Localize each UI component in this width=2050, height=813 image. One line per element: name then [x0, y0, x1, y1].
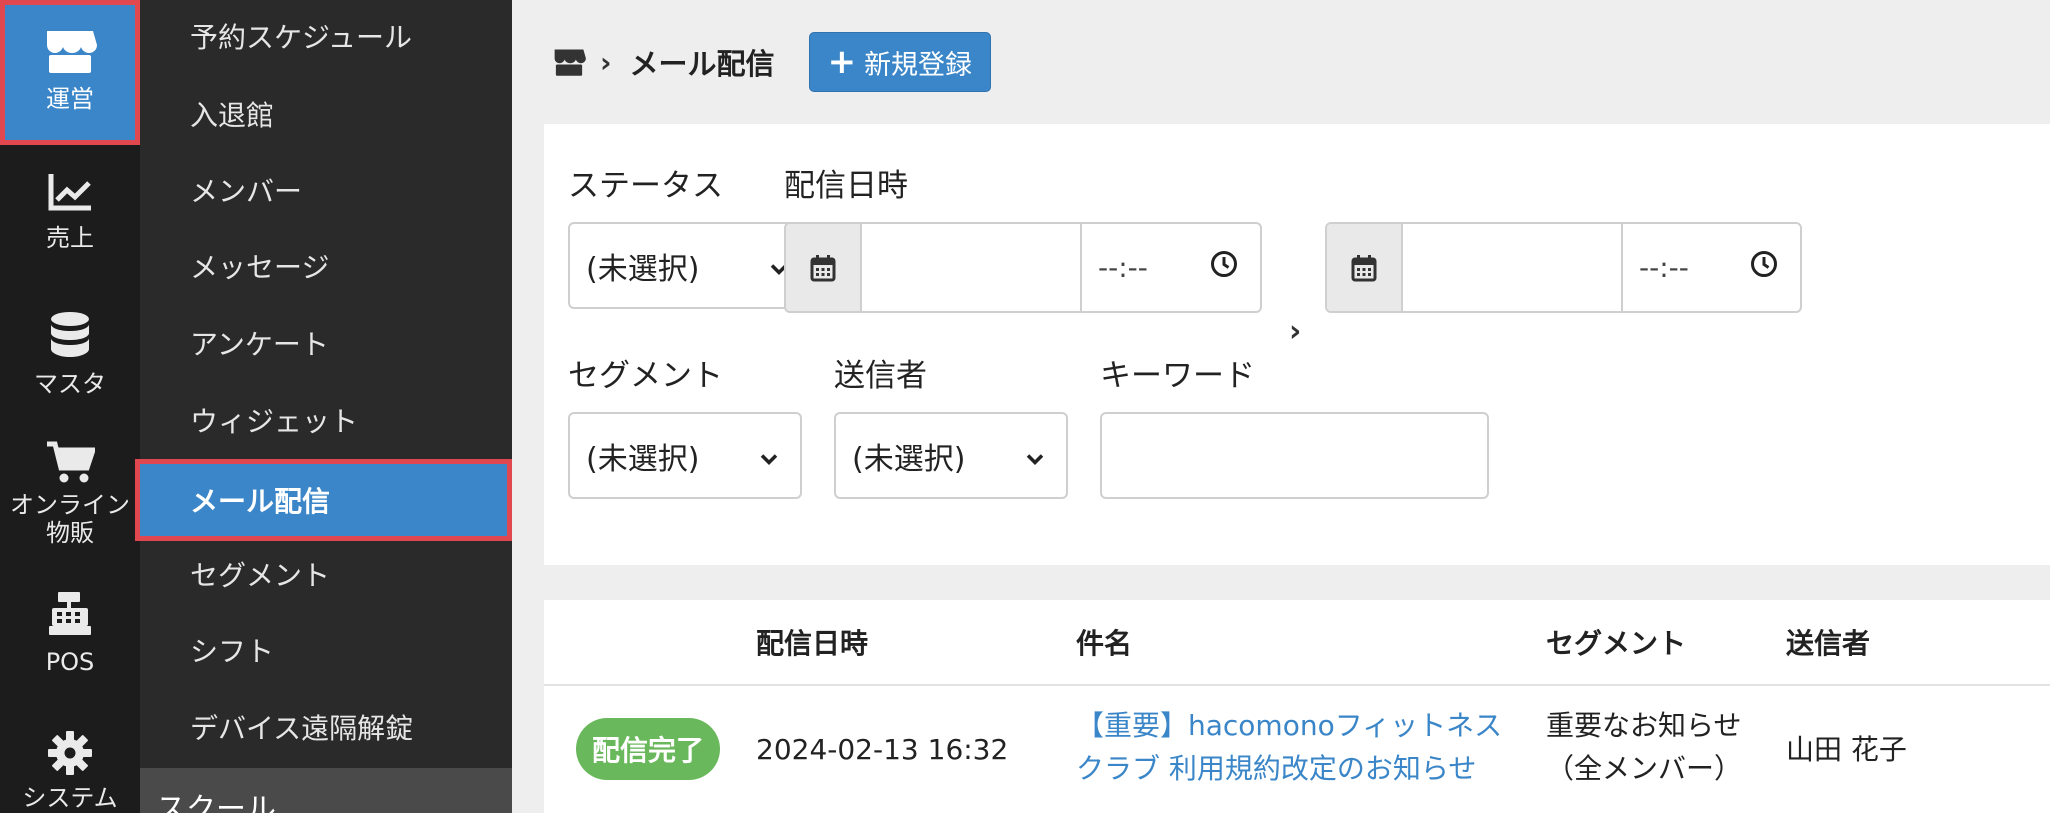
- column-header-subject[interactable]: 件名: [1076, 622, 1132, 662]
- rail-item-system[interactable]: システム: [0, 730, 140, 813]
- status-badge: 配信完了: [576, 718, 721, 780]
- date-to-input[interactable]: [1403, 224, 1623, 311]
- mail-delivery-table: 配信日時 件名 セグメント 送信者 配信完了 2024-02-13 16:32 …: [544, 600, 2050, 813]
- rail-item-pos[interactable]: POS: [0, 590, 140, 677]
- segment-filter-label: セグメント: [568, 358, 723, 394]
- row-subject-line: クラブ 利用規約改定のお知らせ: [1076, 752, 1477, 786]
- operations-subnav: 予約スケジュール 入退館 メンバー メッセージ アンケート ウィジェット メール…: [135, 0, 512, 813]
- subnav-item-members[interactable]: メンバー: [140, 151, 512, 228]
- row-segment: 重要なお知らせ （全メンバー）: [1546, 704, 1742, 791]
- cash-register-icon: [48, 590, 92, 636]
- time-to-input[interactable]: --:--: [1623, 224, 1800, 311]
- sender-filter-label: 送信者: [834, 358, 927, 394]
- status-select[interactable]: (未選択): [568, 222, 812, 309]
- subnav-item-mail-delivery[interactable]: メール配信: [135, 459, 512, 541]
- subnav-item-survey[interactable]: アンケート: [140, 304, 512, 381]
- subnav-section-school[interactable]: スクール: [140, 768, 512, 813]
- segment-select[interactable]: (未選択): [568, 412, 802, 499]
- row-subject-line: 【重要】hacomonoフィットネス: [1076, 709, 1503, 742]
- subnav-item-segment[interactable]: セグメント: [140, 535, 512, 612]
- rail-item-operations[interactable]: 運営: [0, 0, 140, 145]
- new-registration-label: 新規登録: [864, 49, 973, 81]
- cart-icon: [45, 440, 95, 484]
- page-title: メール配信: [629, 47, 775, 81]
- row-subject-link[interactable]: 【重要】hacomonoフィットネス クラブ 利用規約改定のお知らせ: [1076, 704, 1502, 791]
- row-sender: 山田 花子: [1786, 733, 1907, 766]
- chevron-right-icon: ›: [1289, 314, 1302, 349]
- app-rail: 運営 売上 マスタ オンライン 物販 POS システム: [0, 0, 140, 813]
- subnav-label: シフト: [190, 634, 275, 668]
- rail-label: マスタ: [34, 370, 106, 398]
- row-segment-line: （全メンバー）: [1546, 752, 1743, 786]
- calendar-icon[interactable]: [786, 224, 862, 311]
- subnav-label: 予約スケジュール: [190, 20, 413, 54]
- store-icon[interactable]: [552, 47, 586, 77]
- chevron-down-icon: [760, 438, 778, 473]
- rail-label: オンライン 物販: [10, 491, 130, 547]
- gear-icon: [47, 730, 93, 776]
- subnav-item-shift[interactable]: シフト: [140, 611, 512, 688]
- date-from-input[interactable]: [862, 224, 1082, 311]
- subnav-item-check-in-out[interactable]: 入退館: [140, 75, 512, 152]
- column-header-segment[interactable]: セグメント: [1546, 622, 1686, 662]
- sender-select-value: (未選択): [852, 441, 966, 477]
- database-icon: [50, 312, 90, 358]
- subnav-label: セグメント: [190, 558, 331, 592]
- segment-select-value: (未選択): [586, 441, 700, 477]
- column-header-sender[interactable]: 送信者: [1786, 622, 1870, 662]
- rail-item-sales[interactable]: 売上: [0, 172, 140, 253]
- column-header-datetime[interactable]: 配信日時: [756, 622, 868, 662]
- time-from-placeholder: --:--: [1098, 251, 1148, 284]
- plus-icon: +: [827, 42, 857, 82]
- row-datetime: 2024-02-13 16:32: [756, 733, 1009, 766]
- main-content: › メール配信 + 新規登録 ステータス (未選択) 配信日時 --:-- ›: [512, 0, 2050, 813]
- new-registration-button[interactable]: + 新規登録: [808, 32, 992, 92]
- subnav-label: メッセージ: [190, 250, 330, 284]
- chart-line-icon: [47, 172, 93, 212]
- clock-icon: [1750, 250, 1778, 285]
- subnav-section-label: スクール: [156, 792, 276, 813]
- subnav-item-widget[interactable]: ウィジェット: [140, 381, 512, 458]
- chevron-right-icon: ›: [600, 45, 612, 79]
- rail-item-master[interactable]: マスタ: [0, 312, 140, 399]
- store-icon: [43, 27, 97, 75]
- keyword-filter-label: キーワード: [1100, 358, 1255, 394]
- subnav-label: ウィジェット: [190, 404, 359, 438]
- subnav-label: デバイス遠隔解錠: [190, 711, 414, 745]
- keyword-input[interactable]: [1100, 412, 1489, 499]
- datetime-filter-label: 配信日時: [784, 168, 908, 204]
- row-segment-line: 重要なお知らせ: [1546, 709, 1742, 742]
- subnav-label: メール配信: [190, 485, 331, 518]
- subnav-label: 入退館: [190, 98, 275, 132]
- breadcrumb: › メール配信 + 新規登録: [552, 32, 992, 92]
- time-to-placeholder: --:--: [1639, 251, 1689, 284]
- subnav-item-reservation-schedule[interactable]: 予約スケジュール: [140, 0, 512, 74]
- sender-select[interactable]: (未選択): [834, 412, 1068, 499]
- subnav-label: メンバー: [190, 174, 303, 208]
- rail-label: 運営: [46, 85, 94, 113]
- rail-label: システム: [22, 784, 118, 812]
- filter-panel: ステータス (未選択) 配信日時 --:-- › --:-- セグメント (未選…: [544, 124, 2050, 565]
- calendar-icon[interactable]: [1327, 224, 1403, 311]
- subnav-label: アンケート: [190, 327, 329, 361]
- rail-label: POS: [45, 648, 95, 676]
- datetime-to-group: --:--: [1325, 222, 1802, 313]
- datetime-from-group: --:--: [784, 222, 1262, 313]
- clock-icon: [1210, 250, 1238, 285]
- status-select-value: (未選択): [586, 251, 700, 287]
- header-divider: [544, 684, 2050, 686]
- time-from-input[interactable]: --:--: [1082, 224, 1260, 311]
- subnav-item-messages[interactable]: メッセージ: [140, 227, 512, 304]
- rail-label: 売上: [46, 224, 94, 252]
- rail-item-online-shop[interactable]: オンライン 物販: [0, 440, 140, 547]
- status-filter-label: ステータス: [568, 168, 723, 204]
- chevron-down-icon: [1026, 438, 1044, 473]
- subnav-item-remote-unlock[interactable]: デバイス遠隔解錠: [140, 688, 512, 765]
